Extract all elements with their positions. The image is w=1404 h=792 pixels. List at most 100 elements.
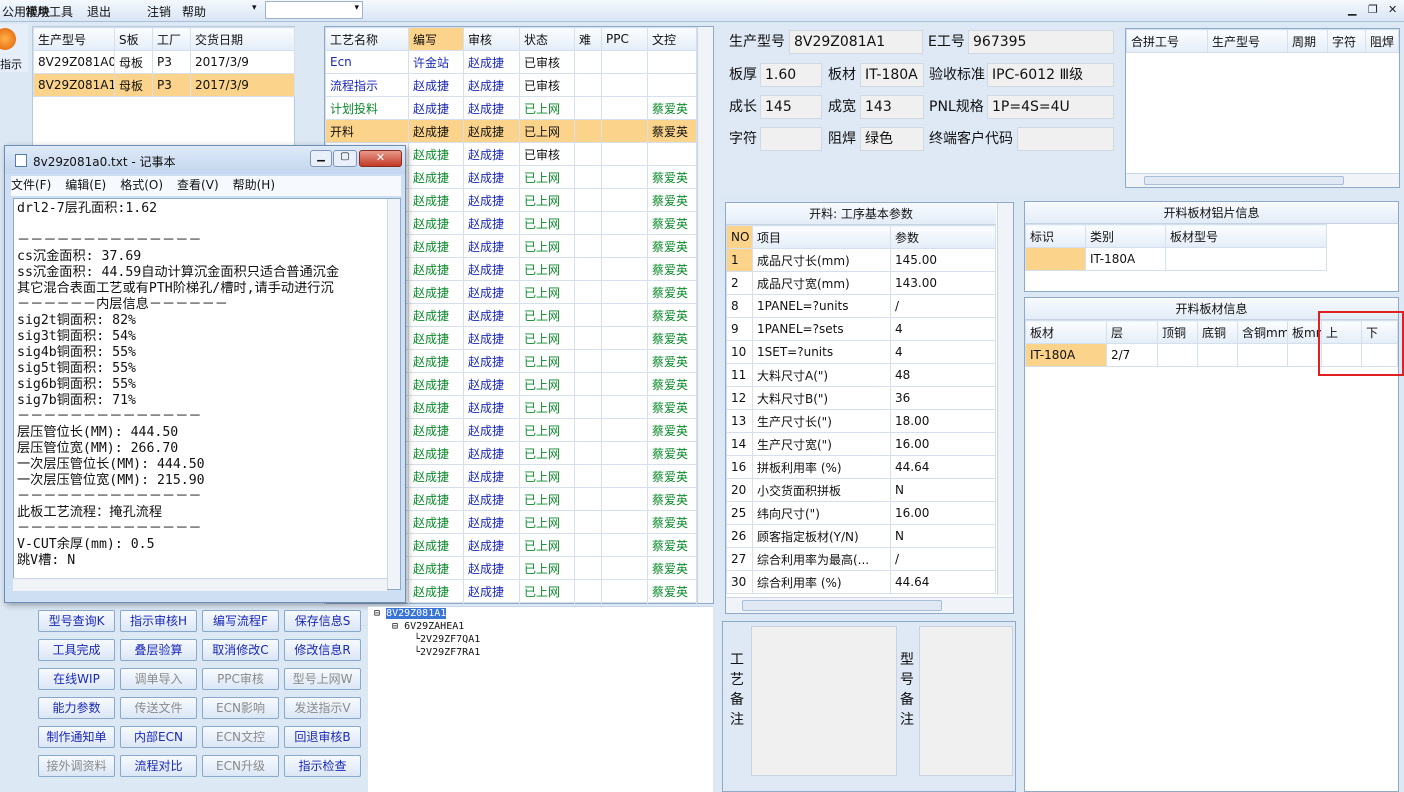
- table-row[interactable]: 9 1PANEL=?sets 4: [726, 317, 996, 341]
- length-field[interactable]: 145: [760, 95, 822, 119]
- tree-node[interactable]: ⊟ 6V29ZAHEA1: [392, 621, 464, 632]
- table-row[interactable]: 10 1SET=?units 4: [726, 340, 996, 364]
- dropdown-arrow-icon[interactable]: ▾: [252, 3, 257, 13]
- action-button[interactable]: 工具完成: [38, 639, 115, 661]
- table-row[interactable]: 26 顾客指定板材(Y/N) N: [726, 524, 996, 548]
- menu-item[interactable]: 帮助: [182, 3, 206, 20]
- menu-item[interactable]: 退出: [87, 3, 111, 20]
- minimize-icon[interactable]: ▁: [310, 150, 332, 167]
- action-button[interactable]: 内部ECN: [120, 726, 197, 748]
- tree-node[interactable]: └2V29ZF7QA1: [414, 634, 480, 645]
- table-row[interactable]: 13 生产尺寸长(") 18.00: [726, 409, 996, 433]
- vertical-scrollbar[interactable]: [697, 27, 713, 603]
- material-field[interactable]: IT-180A: [860, 63, 924, 87]
- mask-field[interactable]: 绿色: [860, 127, 924, 151]
- model-notes-field[interactable]: [919, 626, 1013, 776]
- table-row[interactable]: Ecn 许金站 赵成捷 已审核: [325, 50, 697, 74]
- table-row[interactable]: 1 成品尺寸长(mm) 145.00: [726, 248, 996, 272]
- action-button[interactable]: 取消修改C: [202, 639, 279, 661]
- horizontal-scrollbar[interactable]: [13, 578, 387, 591]
- col-header[interactable]: 状态: [519, 27, 575, 51]
- table-row[interactable]: 20 小交货面积拼板 N: [726, 478, 996, 502]
- thickness-field[interactable]: 1.60: [760, 63, 822, 87]
- table-row[interactable]: IT-180A: [1025, 247, 1327, 271]
- col-header[interactable]: 字符: [1327, 29, 1366, 53]
- action-button[interactable]: 回退审核B: [284, 726, 361, 748]
- col-header[interactable]: 审核: [463, 27, 520, 51]
- col-header[interactable]: 参数: [890, 225, 996, 249]
- action-button[interactable]: 修改信息R: [284, 639, 361, 661]
- table-row[interactable]: 流程指示 赵成捷 赵成捷 已审核: [325, 73, 697, 97]
- col-header[interactable]: 标识: [1025, 224, 1086, 248]
- action-button[interactable]: 传送文件: [120, 697, 197, 719]
- collapse-icon[interactable]: ⊟: [392, 621, 398, 632]
- pnl-field[interactable]: 1P=4S=4U: [987, 95, 1114, 119]
- customer-field[interactable]: [1017, 127, 1114, 151]
- col-header[interactable]: 顶铜: [1157, 320, 1198, 344]
- action-button[interactable]: 指示审核H: [120, 610, 197, 632]
- close-icon[interactable]: ✕: [1388, 3, 1397, 16]
- standard-field[interactable]: IPC-6012 Ⅲ级: [987, 63, 1114, 87]
- col-header[interactable]: 类别: [1085, 224, 1166, 248]
- action-button[interactable]: 在线WIP: [38, 668, 115, 690]
- menu-item[interactable]: 注销: [147, 3, 171, 20]
- table-row[interactable]: 8 1PANEL=?units /: [726, 294, 996, 318]
- table-row[interactable]: 27 综合利用率为最高(... /: [726, 547, 996, 571]
- col-header[interactable]: 底铜: [1197, 320, 1238, 344]
- col-header[interactable]: 生产型号: [1207, 29, 1288, 53]
- col-header[interactable]: 板材型号: [1165, 224, 1327, 248]
- col-header[interactable]: 阻焊: [1365, 29, 1399, 53]
- col-header[interactable]: S板: [114, 27, 153, 51]
- table-row[interactable]: 25 纬向尺寸(") 16.00: [726, 501, 996, 525]
- minimize-icon[interactable]: ▁: [1348, 3, 1356, 16]
- col-header[interactable]: 文控: [647, 27, 697, 51]
- process-notes-field[interactable]: [751, 626, 897, 776]
- table-row-selected[interactable]: 8V29Z081A1 母板 P3 2017/3/9: [33, 73, 295, 97]
- action-button[interactable]: 接外调资料: [38, 755, 115, 777]
- action-button[interactable]: 调单导入: [120, 668, 197, 690]
- table-row[interactable]: 开料 赵成捷 赵成捷 已上网 蔡爱英: [325, 119, 697, 143]
- close-icon[interactable]: ✕: [359, 150, 402, 167]
- table-row[interactable]: 14 生产尺寸宽(") 16.00: [726, 432, 996, 456]
- action-button[interactable]: 编写流程F: [202, 610, 279, 632]
- action-button[interactable]: ECN文控: [202, 726, 279, 748]
- notepad-titlebar[interactable]: 8v29z081a0.txt - 记事本 ▁ ▢ ✕: [5, 146, 405, 174]
- action-button[interactable]: 发送指示V: [284, 697, 361, 719]
- action-button[interactable]: 指示检查: [284, 755, 361, 777]
- menu-combo[interactable]: ▾: [265, 1, 363, 19]
- col-header[interactable]: 难: [574, 27, 602, 51]
- table-row[interactable]: 12 大料尺寸B(") 36: [726, 386, 996, 410]
- col-header[interactable]: 板材: [1025, 320, 1107, 344]
- notepad-menu-item[interactable]: 查看(V): [177, 178, 219, 192]
- tree-node-root[interactable]: ⊟ 8V29Z081A1: [374, 608, 447, 619]
- col-header[interactable]: 生产型号: [33, 27, 115, 51]
- e-number-field[interactable]: 967395: [968, 30, 1114, 54]
- col-header[interactable]: 含铜mm: [1237, 320, 1288, 344]
- action-button[interactable]: ECN升级: [202, 755, 279, 777]
- notepad-text-area[interactable]: drl2-7层孔面积:1.62 －－－－－－－－－－－－－－ cs沉金面积: 37.…: [13, 198, 401, 590]
- table-row[interactable]: 16 拼板利用率 (%) 44.64: [726, 455, 996, 479]
- width-field[interactable]: 143: [860, 95, 924, 119]
- notepad-menu-item[interactable]: 文件(F): [11, 178, 51, 192]
- horizontal-scrollbar[interactable]: [726, 597, 1013, 613]
- scroll-thumb[interactable]: [742, 600, 942, 611]
- col-header[interactable]: 板mm: [1287, 320, 1322, 344]
- vertical-scrollbar[interactable]: [997, 203, 1013, 595]
- col-header[interactable]: PPC: [601, 27, 648, 51]
- col-header[interactable]: 合拼工号: [1126, 29, 1208, 53]
- notepad-menu-item[interactable]: 编辑(E): [65, 178, 106, 192]
- col-header[interactable]: 工厂: [152, 27, 191, 51]
- action-button[interactable]: PPC审核: [202, 668, 279, 690]
- action-button[interactable]: 叠层验算: [120, 639, 197, 661]
- restore-icon[interactable]: ❐: [1368, 3, 1378, 16]
- col-header[interactable]: 层: [1106, 320, 1158, 344]
- action-button[interactable]: 流程对比: [120, 755, 197, 777]
- table-row[interactable]: 2 成品尺寸宽(mm) 143.00: [726, 271, 996, 295]
- action-button[interactable]: ECN影响: [202, 697, 279, 719]
- instruction-side-button[interactable]: 指示: [0, 24, 28, 72]
- action-button[interactable]: 制作通知单: [38, 726, 115, 748]
- collapse-icon[interactable]: ⊟: [374, 608, 380, 619]
- action-button[interactable]: 保存信息S: [284, 610, 361, 632]
- action-button[interactable]: 型号上网W: [284, 668, 361, 690]
- table-row[interactable]: 计划投料 赵成捷 赵成捷 已上网 蔡爱英: [325, 96, 697, 120]
